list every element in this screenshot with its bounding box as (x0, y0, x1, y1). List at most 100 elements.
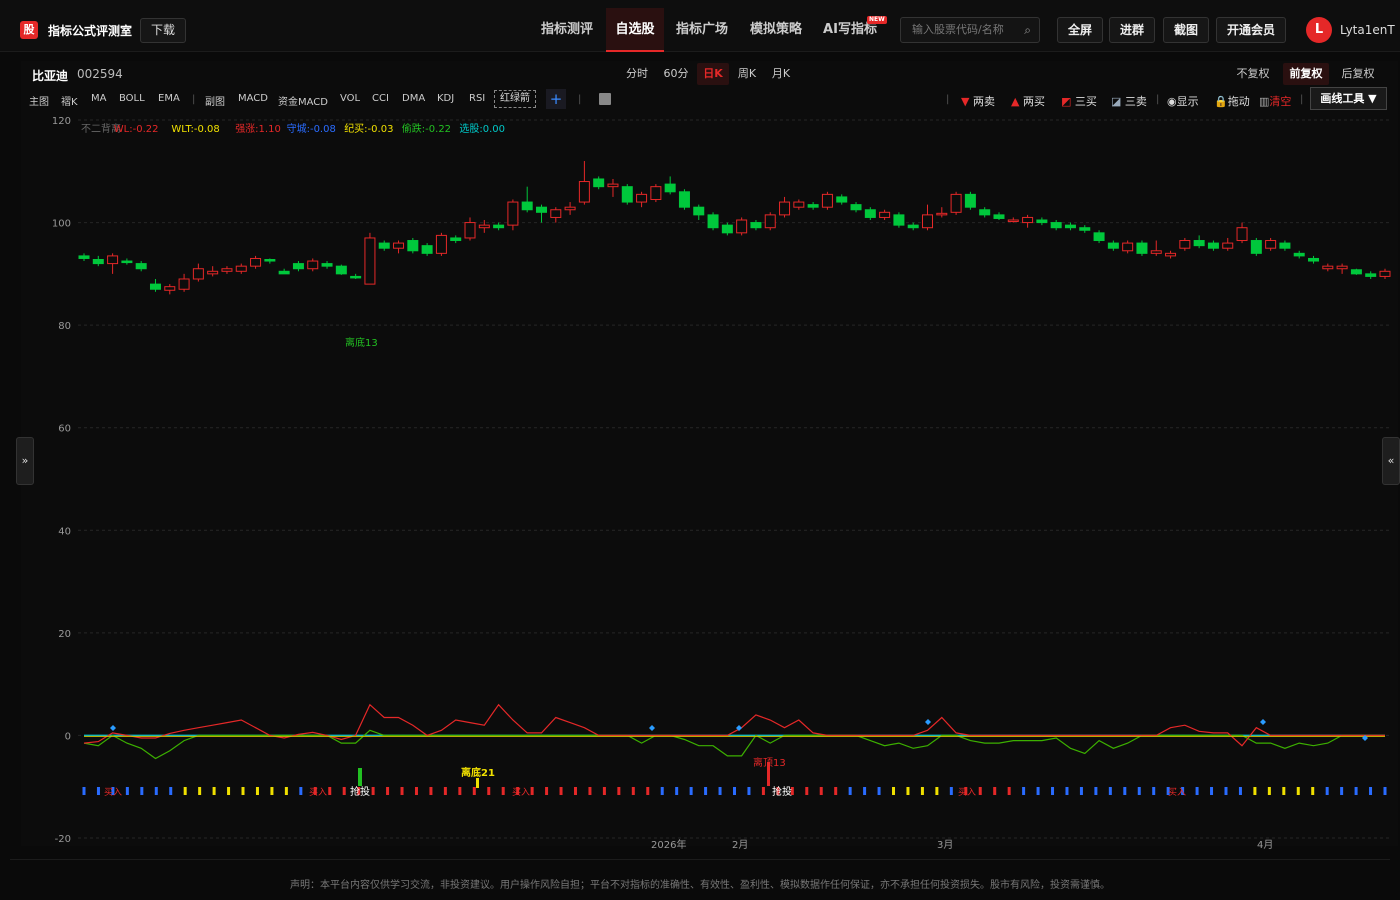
signal-dot (169, 787, 173, 795)
candle-body (607, 183, 619, 188)
signal-dot (284, 787, 288, 795)
signal-dot (227, 787, 231, 795)
candle-body (521, 201, 533, 211)
diamond-marker (925, 719, 931, 725)
candle-body (535, 206, 547, 213)
green-series-line (83, 729, 1385, 760)
candle-body (621, 186, 633, 203)
signal-dot (920, 787, 924, 795)
candle-body (1250, 240, 1262, 254)
candle-body (850, 204, 862, 211)
footer-divider (10, 859, 1390, 860)
signal-dot (1123, 787, 1127, 795)
candle-body (836, 196, 848, 203)
signal-dot (1108, 787, 1112, 795)
y-tick-label: 120 (52, 116, 71, 127)
signal-dot (386, 787, 390, 795)
signal-dot (96, 787, 100, 795)
signal-dot (1253, 787, 1257, 795)
signal-dot (747, 787, 751, 795)
signal-dot (660, 787, 664, 795)
signal-dot (400, 787, 404, 795)
annotation-label: 买入 (1168, 787, 1186, 798)
signal-dot (559, 787, 563, 795)
candle-body (1107, 242, 1119, 249)
signal-dot (848, 787, 852, 795)
candle-body (1207, 242, 1219, 249)
x-tick-label: 2月 (732, 839, 748, 851)
y-tick-label: -20 (55, 834, 71, 845)
candle-body (664, 183, 676, 193)
candle-body (1293, 252, 1305, 257)
signal-dot (906, 787, 910, 795)
candle-body (893, 214, 905, 226)
signal-bar (476, 778, 479, 788)
candle-body (1007, 219, 1019, 223)
y-tick-label: 40 (58, 526, 71, 537)
candle-body (979, 209, 991, 216)
candle-body (950, 193, 962, 213)
signal-dot (530, 787, 534, 795)
candle-body (779, 201, 791, 216)
candle-body (879, 211, 891, 218)
expand-left-button[interactable]: » (16, 437, 34, 485)
x-tick-label: 3月 (937, 839, 953, 851)
candle-body (178, 278, 190, 290)
candle-body (364, 237, 376, 285)
candle-body (1079, 227, 1091, 231)
signal-dot (675, 787, 679, 795)
candle-body (1022, 216, 1034, 224)
legend-item: 守城:-0.08 (287, 122, 336, 135)
signal-dot (1079, 787, 1083, 795)
y-tick-label: 100 (52, 219, 71, 230)
signal-dot (183, 787, 187, 795)
disclaimer: 声明：本平台内容仅供学习交流，非投资建议。用户操作风险自担；平台不对指标的准确性… (290, 880, 1110, 891)
annotation-label: 买入 (104, 787, 122, 798)
signal-dot (1022, 787, 1026, 795)
signal-dot (1007, 787, 1011, 795)
candle-body (1365, 273, 1377, 277)
signal-dot (949, 787, 953, 795)
signal-dot (877, 787, 881, 795)
annotation-label: 买入 (512, 787, 530, 798)
signal-dot (1195, 787, 1199, 795)
candle-body (807, 204, 819, 208)
legend-item: 纪买:-0.03 (344, 123, 393, 135)
y-tick-label: 80 (58, 321, 71, 332)
candle-body (907, 224, 919, 229)
annotation-label: 离底13 (345, 336, 378, 349)
expand-right-button[interactable]: « (1382, 437, 1400, 485)
candle-body (121, 260, 133, 264)
candle-body (864, 209, 876, 218)
signal-dot (863, 787, 867, 795)
signal-dot (1354, 787, 1358, 795)
signal-dot (198, 787, 202, 795)
signal-dot (1210, 787, 1214, 795)
kline-chart[interactable]: 120100806040200-20不二背离WL:-0.22 WLT:-0.08 强… (0, 0, 1400, 860)
signal-dot (1051, 787, 1055, 795)
candle-body (964, 193, 976, 208)
legend-item: 偷跌:-0.22 (402, 122, 451, 135)
candle-body (407, 240, 419, 252)
candle-body (1265, 240, 1277, 249)
candle-body (292, 263, 304, 270)
candle-body (736, 219, 748, 234)
candle-body (821, 193, 833, 208)
candle-body (493, 224, 505, 229)
candle-body (721, 224, 733, 234)
signal-dot (935, 787, 939, 795)
signal-dot (978, 787, 982, 795)
y-tick-label: 0 (65, 731, 71, 742)
candle-body (450, 237, 462, 242)
annotation-label: 离底21 (461, 766, 495, 779)
candle-body (750, 222, 762, 229)
candle-body (636, 193, 648, 203)
legend-item: 强涨:1.10 (235, 123, 281, 135)
candle-body (1179, 240, 1191, 249)
x-tick-label: 4月 (1257, 839, 1273, 851)
candle-body (1093, 232, 1105, 242)
signal-dot (1325, 787, 1329, 795)
candle-body (78, 255, 90, 259)
candle-body (1279, 242, 1291, 249)
candle-body (793, 201, 805, 208)
